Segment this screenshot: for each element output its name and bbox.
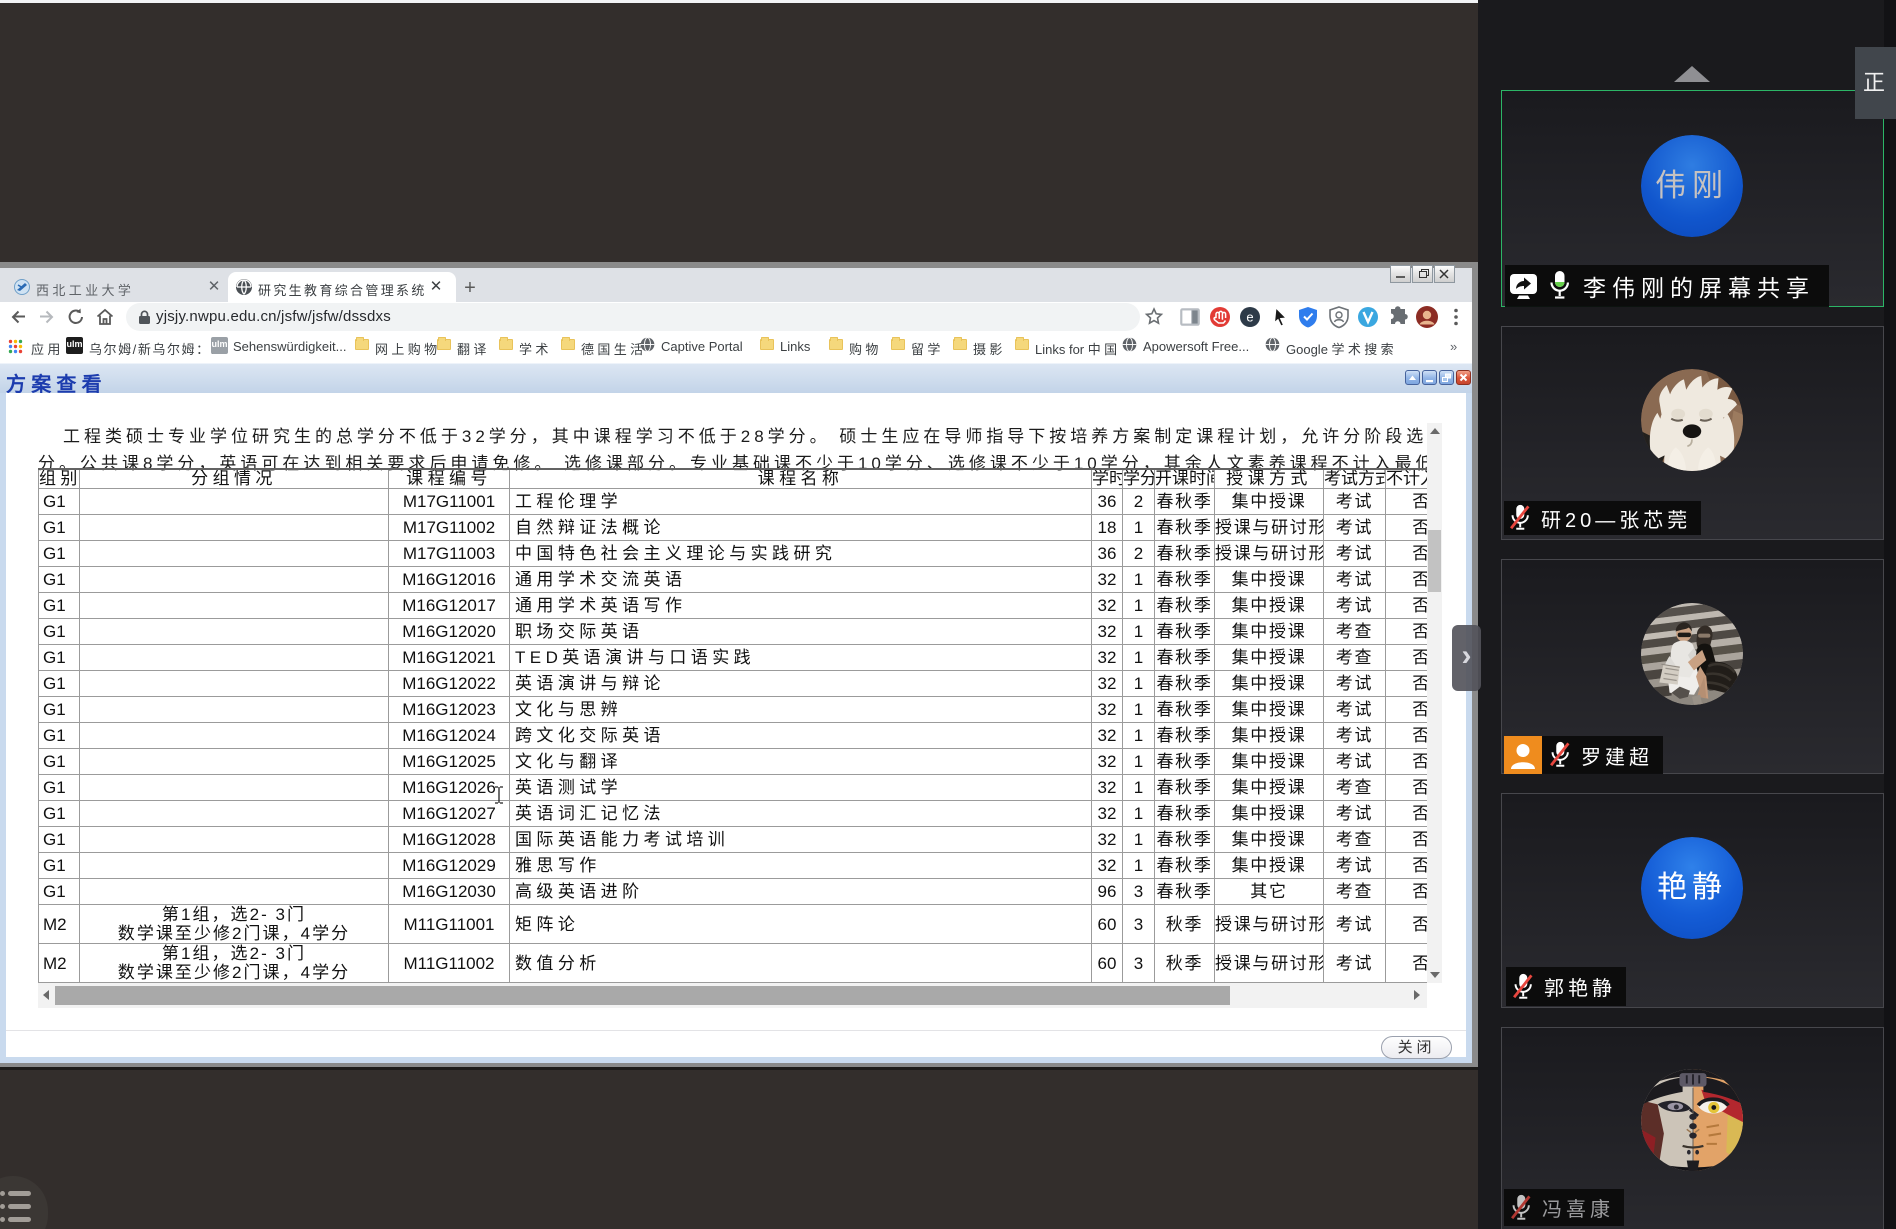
svg-text:e: e: [1246, 310, 1253, 325]
